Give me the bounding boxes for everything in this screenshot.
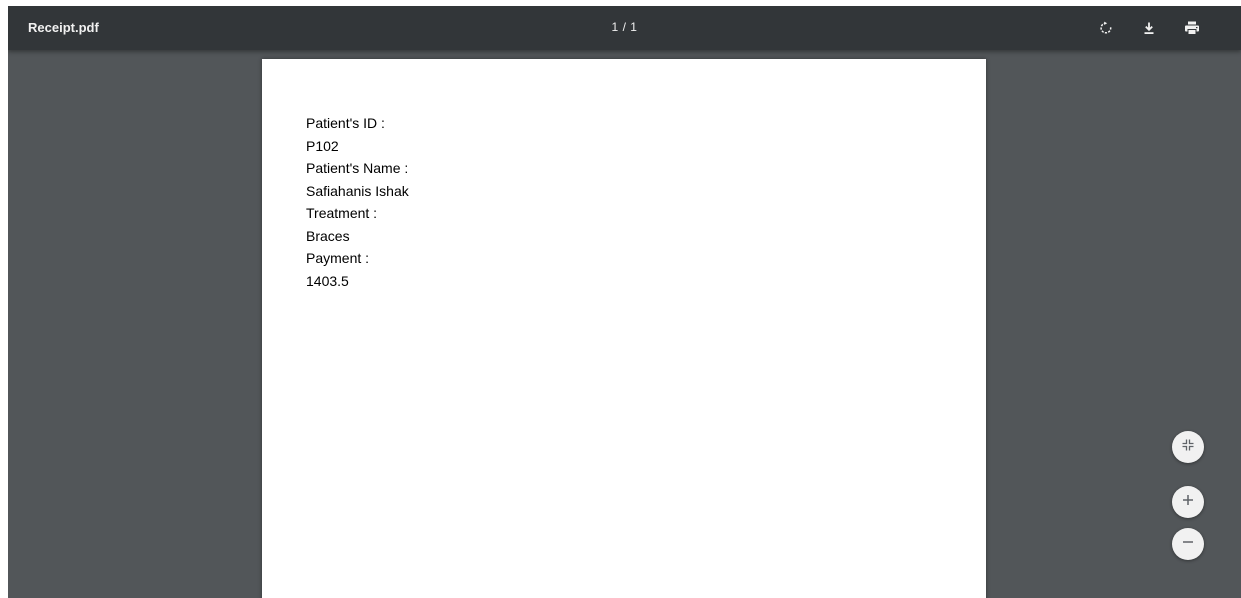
patient-id-value: P102 — [306, 137, 339, 154]
file-title: Receipt.pdf — [28, 20, 99, 35]
patient-name-label: Patient's Name : — [306, 160, 409, 176]
fit-to-page-icon — [1181, 438, 1195, 457]
payment-value: 1403.5 — [306, 272, 349, 289]
receipt-content: Patient's ID : P102 Patient's Name : Saf… — [306, 112, 409, 292]
download-icon — [1142, 21, 1156, 35]
treatment-value: Braces — [306, 227, 350, 244]
patient-id-label: Patient's ID : — [306, 115, 385, 131]
download-button[interactable] — [1136, 15, 1162, 41]
total-pages: 1 — [630, 20, 638, 34]
viewer-toolbar: Receipt.pdf 1 / 1 — [8, 6, 1241, 50]
payment-label: Payment : — [306, 250, 370, 266]
print-icon — [1184, 21, 1200, 35]
pdf-page: Patient's ID : P102 Patient's Name : Saf… — [262, 59, 986, 598]
rotate-button[interactable] — [1093, 15, 1119, 41]
zoom-out-icon — [1181, 535, 1195, 554]
page-indicator: 1 / 1 — [8, 20, 1241, 34]
pdf-viewer: Receipt.pdf 1 / 1 Patient's ID: P102 Pa… — [8, 6, 1241, 598]
zoom-out-button[interactable] — [1172, 528, 1204, 560]
fit-to-page-button[interactable] — [1172, 431, 1204, 463]
page-separator: / — [622, 20, 627, 34]
current-page-number[interactable]: 1 — [612, 20, 619, 34]
treatment-label: Treatment : — [306, 205, 378, 221]
zoom-in-button[interactable] — [1172, 486, 1204, 518]
patient-name-value: Safiahanis Ishak — [306, 182, 409, 199]
print-button[interactable] — [1179, 15, 1205, 41]
rotate-icon — [1099, 21, 1113, 35]
zoom-in-icon — [1181, 493, 1195, 512]
